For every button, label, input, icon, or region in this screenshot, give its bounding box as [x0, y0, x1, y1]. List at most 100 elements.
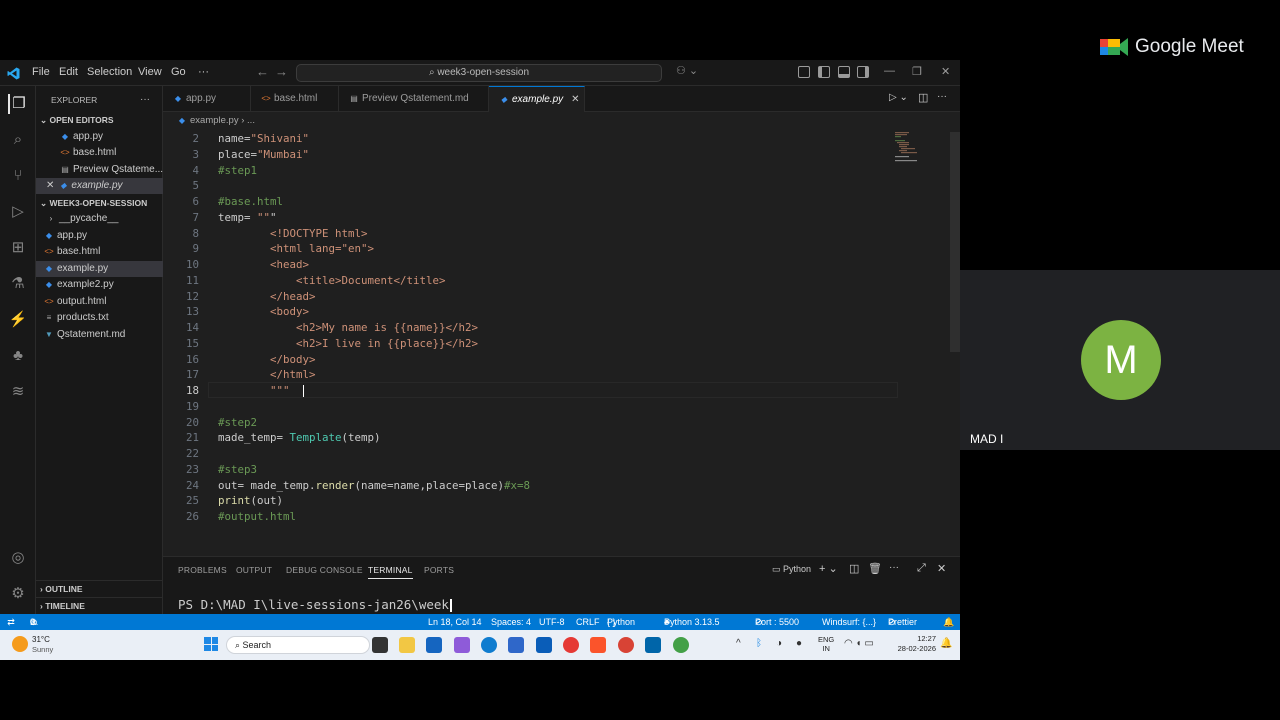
- windsurf-status[interactable]: Windsurf: {...}: [822, 614, 876, 630]
- workspace-folder-section[interactable]: ⌄ WEEK3-OPEN-SESSION: [36, 195, 163, 211]
- open-editors-section[interactable]: ⌄ OPEN EDITORS: [36, 112, 163, 128]
- timeline-section[interactable]: › TIMELINE: [36, 597, 163, 613]
- open-editor-item[interactable]: ▤ Preview Qstateme...: [36, 162, 163, 178]
- run-python-icon[interactable]: ▷ ⌄: [889, 92, 908, 103]
- remote-icon[interactable]: ⚡: [8, 310, 28, 330]
- maximize-panel-icon[interactable]: ⤢: [917, 562, 926, 575]
- file-tree-item[interactable]: <> output.html: [36, 294, 163, 310]
- explorer-more-button[interactable]: ···: [140, 92, 160, 108]
- windsurf-icon[interactable]: ≋: [8, 382, 28, 402]
- toggle-sidebar-icon[interactable]: [818, 66, 830, 78]
- search-icon[interactable]: ⌕: [8, 130, 28, 150]
- tab-problems[interactable]: PROBLEMS: [178, 565, 227, 575]
- terminal-shell-selector[interactable]: ▭ Python: [772, 564, 811, 575]
- indentation[interactable]: Spaces: 4: [491, 614, 531, 630]
- minimize-icon[interactable]: —: [884, 65, 895, 77]
- cursor-position[interactable]: Ln 18, Col 14: [428, 614, 482, 630]
- panel-more-icon[interactable]: ···: [889, 562, 899, 573]
- source-control-icon[interactable]: ⑂: [8, 166, 28, 186]
- tab-ports[interactable]: PORTS: [424, 565, 454, 575]
- taskbar-search[interactable]: ⌕ Search: [226, 636, 370, 654]
- customize-layout-icon[interactable]: [798, 66, 810, 78]
- open-editor-item-active[interactable]: ✕ ◆ example.py: [36, 178, 163, 194]
- split-terminal-icon[interactable]: ◫: [849, 562, 859, 575]
- restore-icon[interactable]: ❐: [912, 65, 922, 78]
- weather-temp[interactable]: 31°C: [32, 635, 50, 644]
- bluetooth-icon[interactable]: ᛒ: [756, 638, 762, 649]
- breadcrumb-file[interactable]: example.py: [190, 115, 239, 126]
- outline-section[interactable]: › OUTLINE: [36, 580, 163, 596]
- back-arrow-icon[interactable]: ←: [256, 64, 269, 79]
- open-editor-item[interactable]: ◆ app.py: [36, 129, 163, 145]
- terminal-output[interactable]: PS D:\MAD I\live-sessions-jan26\week: [178, 597, 452, 612]
- encoding[interactable]: UTF-8: [539, 614, 565, 630]
- account-icon[interactable]: ◎: [8, 548, 28, 568]
- tab-output[interactable]: OUTPUT: [236, 565, 272, 575]
- forward-arrow-icon[interactable]: →: [275, 64, 288, 79]
- settings-gear-icon[interactable]: ⚙: [8, 584, 28, 604]
- copilot-icon[interactable]: ⚇ ⌄: [676, 64, 698, 77]
- open-editor-item[interactable]: <> base.html: [36, 145, 163, 161]
- testing-icon[interactable]: ⚗: [8, 274, 28, 294]
- file-tree-item[interactable]: <> base.html: [36, 244, 163, 260]
- menu-file[interactable]: File: [32, 66, 50, 78]
- chrome-meet-icon[interactable]: [673, 637, 689, 653]
- new-terminal-icon[interactable]: + ⌄: [819, 562, 838, 575]
- split-editor-icon[interactable]: ◫: [918, 91, 928, 104]
- tray-dot-icon[interactable]: ●: [796, 638, 802, 649]
- file-tree-item[interactable]: › __pycache__: [36, 211, 163, 227]
- trash-icon[interactable]: 🗑: [868, 562, 882, 575]
- participant-tile[interactable]: M MAD I: [960, 270, 1280, 450]
- menu-more[interactable]: ···: [198, 66, 209, 78]
- breadcrumb-symbol[interactable]: ...: [247, 115, 255, 126]
- windows-start-icon[interactable]: [204, 637, 218, 651]
- toggle-secondary-sidebar-icon[interactable]: [857, 66, 869, 78]
- python-icon[interactable]: ♣: [8, 346, 28, 366]
- notification-center-icon[interactable]: 🔔: [940, 638, 952, 649]
- tab-example-py[interactable]: ◆ example.py ✕: [489, 86, 585, 112]
- task-view-icon[interactable]: [372, 637, 388, 653]
- vscode-blue-icon[interactable]: [508, 637, 524, 653]
- tab-base-html[interactable]: <> base.html: [251, 86, 339, 112]
- chrome-icon[interactable]: [563, 637, 579, 653]
- brave-icon[interactable]: [590, 637, 606, 653]
- tab-preview-qstatement[interactable]: ▤ Preview Qstatement.md: [339, 86, 489, 112]
- file-tree-item[interactable]: ◆ app.py: [36, 228, 163, 244]
- explorer-icon[interactable]: ❐: [8, 94, 28, 114]
- file-tree-item-active[interactable]: ◆ example.py: [36, 261, 163, 277]
- vscode-taskbar-icon[interactable]: [645, 637, 661, 653]
- remote-indicator-icon[interactable]: ⇄: [0, 614, 22, 630]
- tray-app-icon[interactable]: ◑: [776, 638, 782, 649]
- command-center-search[interactable]: ⌕ week3-open-session: [296, 64, 662, 82]
- file-tree-item[interactable]: ▼ Qstatement.md: [36, 327, 163, 343]
- menu-edit[interactable]: Edit: [59, 66, 78, 78]
- menu-view[interactable]: View: [138, 66, 162, 78]
- run-debug-icon[interactable]: ▷: [8, 202, 28, 222]
- app-icon[interactable]: [536, 637, 552, 653]
- close-panel-icon[interactable]: ✕: [937, 562, 946, 575]
- code-editor[interactable]: 2 name="Shivani" 3 place="Mumbai" 4 #step1 5 6 #…: [163, 130, 960, 550]
- clock[interactable]: 12:27 28-02-2026: [896, 634, 936, 654]
- chrome-profile-icon[interactable]: [618, 637, 634, 653]
- input-language[interactable]: ENG IN: [818, 635, 834, 653]
- close-tab-icon[interactable]: ✕: [571, 94, 579, 105]
- extensions-icon[interactable]: ⊞: [8, 238, 28, 258]
- wifi-volume-battery-icons[interactable]: ◠ ◖ ▭: [844, 638, 874, 649]
- file-tree-item[interactable]: ◆ example2.py: [36, 277, 163, 293]
- tab-terminal[interactable]: TERMINAL: [368, 565, 413, 579]
- notifications-bell-icon[interactable]: 🔔: [943, 614, 954, 630]
- copilot-app-icon[interactable]: [454, 637, 470, 653]
- close-icon[interactable]: ✕: [46, 180, 54, 191]
- tab-debug-console[interactable]: DEBUG CONSOLE: [286, 565, 363, 575]
- tray-chevron-icon[interactable]: ^: [736, 638, 741, 649]
- file-tree-item[interactable]: ≡ products.txt: [36, 310, 163, 326]
- menu-go[interactable]: Go: [171, 66, 186, 78]
- editor-more-icon[interactable]: ···: [937, 91, 947, 102]
- store-icon[interactable]: [426, 637, 442, 653]
- line-ending[interactable]: CRLF: [576, 614, 600, 630]
- minimap[interactable]: [895, 132, 935, 172]
- edge-icon[interactable]: [481, 637, 497, 653]
- tab-app-py[interactable]: ◆ app.py: [163, 86, 251, 112]
- menu-selection[interactable]: Selection: [87, 66, 132, 78]
- file-explorer-icon[interactable]: [399, 637, 415, 653]
